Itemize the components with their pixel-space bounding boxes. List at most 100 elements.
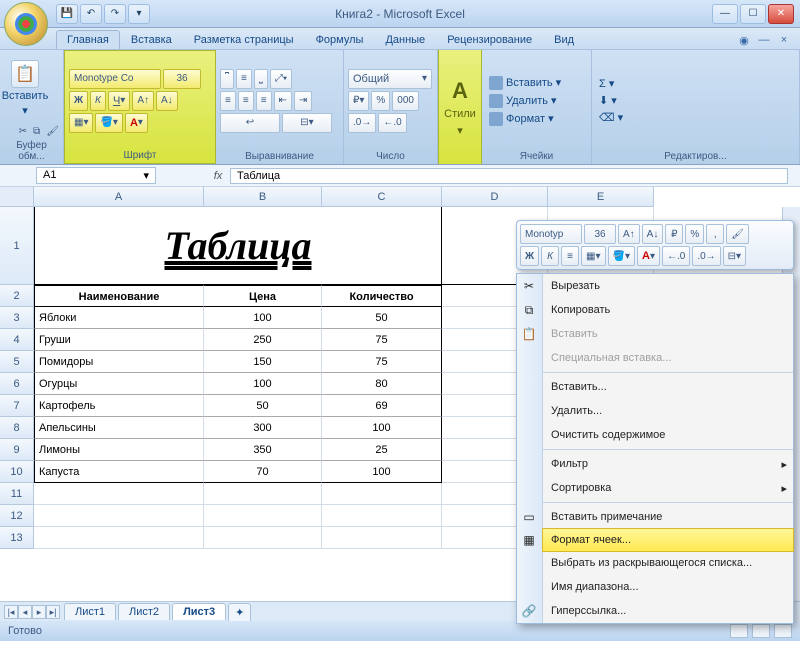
cell-price-6[interactable]: 350 [204, 439, 322, 461]
help-icon[interactable]: ◉ [736, 34, 752, 47]
mini-grow-font[interactable]: A↑ [618, 224, 640, 244]
undo-button[interactable]: ↶ [80, 4, 102, 24]
dec-decimal[interactable]: ←.0 [378, 113, 406, 133]
shrink-font-button[interactable]: A↓ [156, 91, 178, 111]
cell-name-7[interactable]: Капуста [34, 461, 204, 483]
cell-title[interactable]: Таблица [34, 207, 442, 285]
ctx-item-12[interactable]: ▭Вставить примечание [543, 505, 793, 529]
col-header-c[interactable]: C [322, 187, 442, 207]
doc-close[interactable]: × [776, 34, 792, 47]
ctx-item-7[interactable]: Очистить содержимое [543, 423, 793, 447]
close-button[interactable]: ✕ [768, 4, 794, 24]
comma-button[interactable]: 000 [392, 91, 419, 111]
mini-brush[interactable]: 🖌 [726, 224, 749, 244]
format-cells-btn[interactable]: Формат ▾ [486, 111, 587, 127]
currency-button[interactable]: ₽▾ [348, 91, 369, 111]
cell-qty-7[interactable]: 100 [322, 461, 442, 483]
underline-button[interactable]: Ч▾ [108, 91, 130, 111]
cell-qty-3[interactable]: 80 [322, 373, 442, 395]
bold-button[interactable]: Ж [69, 91, 88, 111]
cell-b12[interactable] [204, 505, 322, 527]
row-header-1[interactable]: 1 [0, 207, 34, 285]
clear[interactable]: ⌫ ▾ [596, 110, 795, 125]
new-sheet[interactable]: ✦ [228, 603, 251, 621]
scissors-icon[interactable]: ✂ [19, 126, 27, 137]
cell-c13[interactable] [322, 527, 442, 549]
name-box[interactable]: A1▾ [36, 167, 156, 184]
col-header-b[interactable]: B [204, 187, 322, 207]
align-right[interactable]: ≡ [256, 91, 272, 111]
mini-currency[interactable]: ₽ [665, 224, 683, 244]
col-header-e[interactable]: E [548, 187, 654, 207]
tab-page-layout[interactable]: Разметка страницы [183, 30, 305, 49]
insert-cells[interactable]: Вставить ▾ [486, 75, 587, 91]
sheet-tab-2[interactable]: Лист2 [118, 603, 170, 620]
view-pagebreak[interactable] [774, 624, 792, 638]
cell-price-3[interactable]: 100 [204, 373, 322, 395]
mini-font-family[interactable]: Monotyp [520, 224, 582, 244]
col-header-a[interactable]: A [34, 187, 204, 207]
mini-align-center[interactable]: ≡ [561, 246, 579, 266]
cell-price-4[interactable]: 50 [204, 395, 322, 417]
grow-font-button[interactable]: A↑ [132, 91, 154, 111]
ctx-item-16[interactable]: 🔗Гиперссылка... [543, 599, 793, 623]
cell-name-0[interactable]: Яблоки [34, 307, 204, 329]
tab-home[interactable]: Главная [56, 30, 120, 49]
row-header-13[interactable]: 13 [0, 527, 34, 549]
cell-price-5[interactable]: 300 [204, 417, 322, 439]
cell-name-2[interactable]: Помидоры [34, 351, 204, 373]
cell-qty-5[interactable]: 100 [322, 417, 442, 439]
row-header-3[interactable]: 3 [0, 307, 34, 329]
cell-b11[interactable] [204, 483, 322, 505]
save-button[interactable]: 💾 [56, 4, 78, 24]
row-header-12[interactable]: 12 [0, 505, 34, 527]
mini-font-color[interactable]: A▾ [637, 246, 660, 266]
tab-formulas[interactable]: Формулы [305, 30, 375, 49]
align-left[interactable]: ≡ [220, 91, 236, 111]
fill[interactable]: ⬇ ▾ [596, 93, 795, 108]
cell-name-4[interactable]: Картофель [34, 395, 204, 417]
indent-dec[interactable]: ⇤ [274, 91, 292, 111]
minimize-button[interactable]: — [712, 4, 738, 24]
next-sheet[interactable]: ▸ [32, 605, 46, 619]
autosum[interactable]: Σ ▾ [596, 76, 795, 91]
cell-a11[interactable] [34, 483, 204, 505]
align-middle[interactable]: ≡ [236, 69, 252, 89]
merge-center[interactable]: ⊟▾ [282, 113, 332, 133]
cell-price-2[interactable]: 150 [204, 351, 322, 373]
row-header-9[interactable]: 9 [0, 439, 34, 461]
align-top[interactable]: ⎴ [220, 69, 234, 89]
tab-review[interactable]: Рецензирование [436, 30, 543, 49]
cell-b13[interactable] [204, 527, 322, 549]
cell-hdr-qty[interactable]: Количество [322, 285, 442, 307]
copy-icon[interactable]: ⧉ [33, 126, 40, 137]
last-sheet[interactable]: ▸| [46, 605, 60, 619]
number-format-combo[interactable]: Общий▾ [348, 69, 432, 89]
cell-name-5[interactable]: Апельсины [34, 417, 204, 439]
align-center[interactable]: ≡ [238, 91, 254, 111]
styles-button[interactable]: A Стили ▾ [438, 50, 482, 164]
font-color-button[interactable]: A▾ [125, 113, 148, 133]
tab-view[interactable]: Вид [543, 30, 585, 49]
view-normal[interactable] [730, 624, 748, 638]
tab-data[interactable]: Данные [374, 30, 436, 49]
row-header-5[interactable]: 5 [0, 351, 34, 373]
cell-qty-1[interactable]: 75 [322, 329, 442, 351]
cell-qty-4[interactable]: 69 [322, 395, 442, 417]
cell-hdr-name[interactable]: Наименование [34, 285, 204, 307]
cell-name-1[interactable]: Груши [34, 329, 204, 351]
col-header-d[interactable]: D [442, 187, 548, 207]
ctx-item-6[interactable]: Удалить... [543, 399, 793, 423]
formula-input[interactable]: Таблица [230, 168, 788, 184]
orientation[interactable]: ⤢▾ [270, 69, 292, 89]
view-layout[interactable] [752, 624, 770, 638]
percent-button[interactable]: % [371, 91, 390, 111]
mini-fill[interactable]: 🪣▾ [608, 246, 635, 266]
mini-bold[interactable]: Ж [520, 246, 539, 266]
cell-a12[interactable] [34, 505, 204, 527]
indent-inc[interactable]: ⇥ [294, 91, 312, 111]
mini-italic[interactable]: К [541, 246, 559, 266]
ctx-item-0[interactable]: ✂Вырезать [543, 274, 793, 298]
mini-inc-decimal[interactable]: .0→ [692, 246, 720, 266]
sheet-tab-3[interactable]: Лист3 [172, 603, 226, 620]
